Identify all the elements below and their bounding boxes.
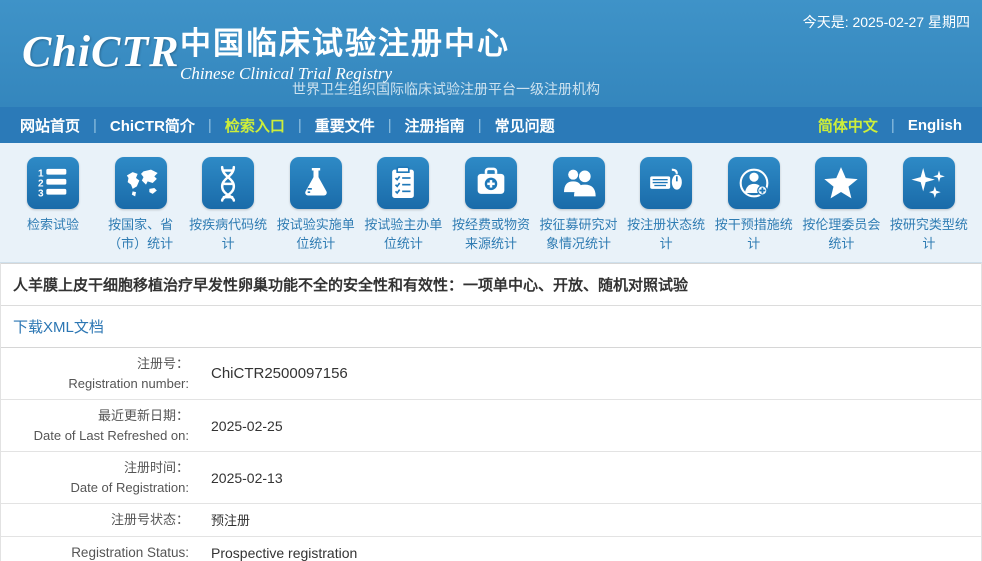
registration-table: 注册号： Registration number: ChiCTR25000971… bbox=[1, 348, 981, 561]
table-row-registration-number: 注册号： Registration number: ChiCTR25000971… bbox=[1, 348, 981, 400]
medical-kit-icon bbox=[465, 157, 517, 209]
numbered-list-icon: 1 2 3 bbox=[27, 157, 79, 209]
tool-stats-by-ethics-committee[interactable]: 按伦理委员会统计 bbox=[798, 157, 884, 262]
doctor-plus-icon bbox=[728, 157, 780, 209]
tool-stats-by-intervention[interactable]: 按干预措施统计 bbox=[711, 157, 797, 262]
world-map-icon bbox=[115, 157, 167, 209]
dna-icon bbox=[202, 157, 254, 209]
site-header: ChiCTR 中国临床试验注册中心 Chinese Clinical Trial… bbox=[0, 0, 982, 107]
statistics-toolbar: 1 2 3 检索试验 按国家、省（市）统计 bbox=[0, 143, 982, 263]
row-label: 最近更新日期： Date of Last Refreshed on: bbox=[1, 400, 197, 451]
site-title-zh: 中国临床试验注册中心 bbox=[180, 18, 510, 63]
nav-item-faq[interactable]: 常见问题 bbox=[495, 115, 555, 136]
tool-stats-by-sponsor-unit[interactable]: 按试验主办单位统计 bbox=[360, 157, 446, 262]
download-xml-row: 下载XML文档 bbox=[1, 306, 981, 348]
last-refreshed-value: 2025-02-25 bbox=[197, 412, 981, 440]
people-group-icon bbox=[553, 157, 605, 209]
nav-separator: | bbox=[891, 117, 895, 134]
row-label: 注册号状态： bbox=[1, 504, 197, 536]
nav-separator: | bbox=[93, 117, 97, 134]
tool-stats-by-registration-status[interactable]: 按注册状态统计 bbox=[623, 157, 709, 262]
registration-number-value: ChiCTR2500097156 bbox=[197, 359, 981, 388]
tool-search-trials[interactable]: 1 2 3 检索试验 bbox=[10, 157, 96, 262]
sparkles-icon bbox=[903, 157, 955, 209]
nav-item-registration-guide[interactable]: 注册指南 bbox=[405, 115, 465, 136]
tool-stats-by-funding-source[interactable]: 按经费或物资来源统计 bbox=[448, 157, 534, 262]
row-label: 注册时间： Date of Registration: bbox=[1, 452, 197, 503]
nav-separator: | bbox=[208, 117, 212, 134]
tool-stats-by-country[interactable]: 按国家、省（市）统计 bbox=[98, 157, 184, 262]
nav-separator: | bbox=[388, 117, 392, 134]
lang-english[interactable]: English bbox=[908, 117, 962, 134]
flask-icon bbox=[290, 157, 342, 209]
nav-item-home[interactable]: 网站首页 bbox=[20, 115, 80, 136]
keyboard-mouse-icon bbox=[640, 157, 692, 209]
nav-item-search-entry[interactable]: 检索入口 bbox=[225, 115, 285, 136]
tool-stats-by-recruitment[interactable]: 按征募研究对象情况统计 bbox=[536, 157, 622, 262]
table-row-registration-status-zh: 注册号状态： 预注册 bbox=[1, 504, 981, 537]
table-row-last-refreshed: 最近更新日期： Date of Last Refreshed on: 2025-… bbox=[1, 400, 981, 452]
row-label: Registration Status: bbox=[1, 537, 197, 561]
nav-separator: | bbox=[478, 117, 482, 134]
site-title-block: 中国临床试验注册中心 Chinese Clinical Trial Regist… bbox=[180, 18, 510, 84]
star-icon bbox=[815, 157, 867, 209]
nav-item-important-docs[interactable]: 重要文件 bbox=[315, 115, 375, 136]
trial-detail-panel: 人羊膜上皮干细胞移植治疗早发性卵巢功能不全的安全性和有效性：一项单中心、开放、随… bbox=[0, 263, 982, 561]
registration-status-zh-value: 预注册 bbox=[197, 504, 981, 535]
tool-stats-by-disease-code[interactable]: 按疾病代码统计 bbox=[185, 157, 271, 262]
lang-simplified-chinese[interactable]: 简体中文 bbox=[818, 115, 878, 136]
table-row-date-of-registration: 注册时间： Date of Registration: 2025-02-13 bbox=[1, 452, 981, 504]
study-title: 人羊膜上皮干细胞移植治疗早发性卵巢功能不全的安全性和有效性：一项单中心、开放、随… bbox=[1, 263, 981, 306]
clipboard-checklist-icon bbox=[377, 157, 429, 209]
date-of-registration-value: 2025-02-13 bbox=[197, 464, 981, 492]
nav-item-about[interactable]: ChiCTR简介 bbox=[110, 115, 195, 136]
table-row-registration-status-en: Registration Status: Prospective registr… bbox=[1, 537, 981, 561]
tool-stats-by-study-type[interactable]: 按研究类型统计 bbox=[886, 157, 972, 262]
today-date: 今天是: 2025-02-27 星期四 bbox=[803, 12, 970, 32]
who-platform-subtitle: 世界卫生组织国际临床试验注册平台一级注册机构 bbox=[292, 79, 600, 99]
registration-status-en-value: Prospective registration bbox=[197, 539, 981, 561]
svg-text:3: 3 bbox=[38, 188, 44, 199]
tool-stats-by-implementing-unit[interactable]: 按试验实施单位统计 bbox=[273, 157, 359, 262]
nav-separator: | bbox=[298, 117, 302, 134]
download-xml-link[interactable]: 下载XML文档 bbox=[13, 316, 104, 337]
main-nav: 网站首页 | ChiCTR简介 | 检索入口 | 重要文件 | 注册指南 | 常… bbox=[0, 107, 982, 143]
chictr-logo[interactable]: ChiCTR bbox=[22, 26, 180, 77]
row-label: 注册号： Registration number: bbox=[1, 348, 197, 399]
